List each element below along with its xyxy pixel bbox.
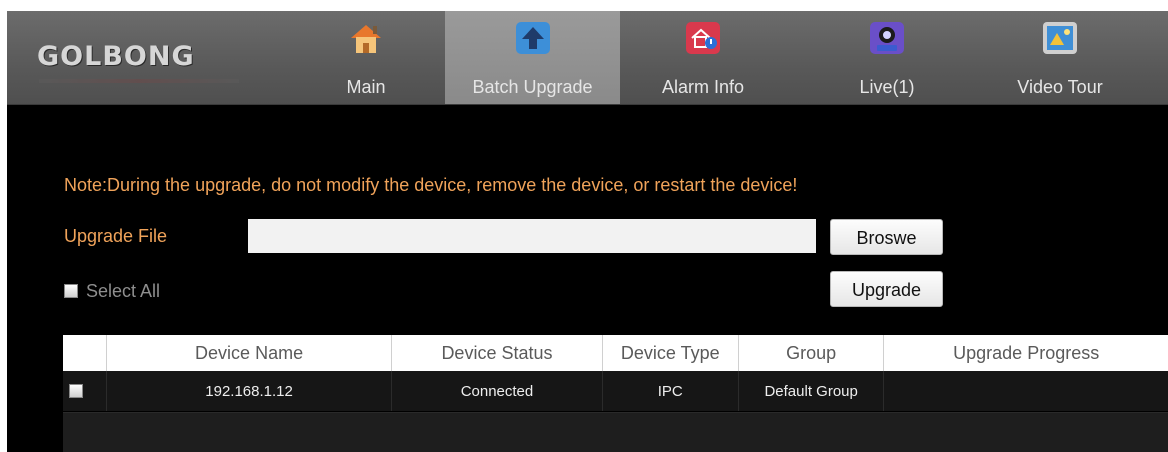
batch-upgrade-panel: Note:During the upgrade, do not modify t…	[7, 105, 1168, 452]
upgrade-button[interactable]: Upgrade	[830, 271, 943, 307]
nav-tab-main-label: Main	[346, 77, 386, 97]
column-header-group[interactable]: Group	[738, 335, 885, 371]
nav-tab-live[interactable]: Live(1)	[817, 11, 957, 104]
column-header-device-type[interactable]: Device Type	[602, 335, 739, 371]
group-cell: Default Group	[738, 371, 885, 411]
alarm-house-icon	[686, 22, 720, 54]
column-header-upgrade-progress[interactable]: Upgrade Progress	[883, 335, 1168, 371]
select-all-checkbox[interactable]	[64, 284, 78, 298]
select-all-label: Select All	[86, 281, 161, 301]
browse-button[interactable]: Broswe	[830, 219, 943, 255]
nav-tab-batch-upgrade-label: Batch Upgrade	[472, 77, 593, 97]
nav-tab-live-label: Live(1)	[859, 77, 915, 97]
device-status-cell: Connected	[391, 371, 603, 411]
house-icon	[351, 25, 381, 53]
nav-tab-alarm-info[interactable]: Alarm Info	[633, 11, 773, 104]
device-name-cell: 192.168.1.12	[106, 371, 393, 411]
column-header-device-name[interactable]: Device Name	[106, 335, 393, 371]
table-row[interactable]: 192.168.1.12 Connected IPC Default Group	[63, 371, 1168, 411]
nav-tab-video-tour-label: Video Tour	[1017, 77, 1103, 97]
nav-tab-alarm-info-label: Alarm Info	[661, 77, 745, 97]
upgrade-file-input[interactable]	[248, 219, 816, 253]
table-empty-area	[63, 412, 1168, 452]
video-tour-icon	[1043, 22, 1077, 54]
upload-arrow-icon	[515, 22, 550, 54]
device-table-header: Device Name Device Status Device Type Gr…	[63, 335, 1168, 371]
brand-logo: GOLBONG	[37, 41, 195, 72]
live-camera-icon	[870, 22, 904, 54]
upgrade-file-label: Upgrade File	[64, 226, 168, 246]
nav-tab-main[interactable]: Main	[304, 11, 428, 104]
upgrade-warning-note: Note:During the upgrade, do not modify t…	[64, 175, 798, 195]
row-select-cell[interactable]	[63, 371, 107, 411]
column-header-select[interactable]	[63, 335, 107, 371]
row-checkbox[interactable]	[69, 384, 83, 398]
nav-tab-batch-upgrade[interactable]: Batch Upgrade	[445, 11, 620, 104]
logo-underline	[39, 79, 239, 83]
device-type-cell: IPC	[602, 371, 739, 411]
upgrade-progress-cell	[883, 371, 1168, 411]
nav-tab-video-tour[interactable]: Video Tour	[995, 11, 1125, 104]
device-table: Device Name Device Status Device Type Gr…	[63, 335, 1168, 411]
column-header-device-status[interactable]: Device Status	[391, 335, 603, 371]
top-navigation-bar: GOLBONG Main Batch Upgrade Alarm Info Li…	[7, 11, 1168, 105]
app-window: GOLBONG Main Batch Upgrade Alarm Info Li…	[7, 11, 1168, 452]
